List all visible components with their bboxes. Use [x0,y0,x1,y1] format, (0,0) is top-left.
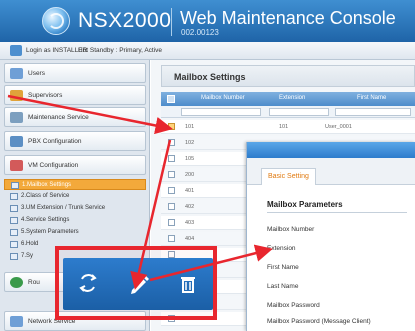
sidebar-item-label: Users [28,70,45,77]
refresh-icon [79,274,97,292]
row-checkbox[interactable] [168,203,175,210]
filter-first-name[interactable] [335,108,411,116]
cell-mailbox-number: 404 [185,236,195,242]
row-checkbox[interactable] [168,155,175,162]
folder-icon [10,253,18,260]
sidebar-subitem-label: 3.UM Extension / Trunk Service [21,205,106,211]
console-title: Web Maintenance Console [180,8,396,28]
cell-mailbox-number: 101 [185,124,195,130]
sidebar-subitem-label: 6.Hold [21,241,39,247]
field-label-extension: Extension [267,245,296,252]
network-icon [10,316,23,327]
cell-mailbox-number: 105 [185,156,195,162]
sidebar-subitem-service-settings[interactable]: 4.Service Settings [4,215,146,226]
sidebar-subitem-label: 7.Sy [21,253,34,259]
table-row[interactable]: 101 101 User_0001 [161,120,415,134]
cell-mailbox-number: 200 [185,172,195,178]
row-checkbox[interactable] [168,123,175,130]
sidebar-item-supervisors[interactable]: Supervisors [4,85,146,105]
dialog-tab-strip: Basic Setting [247,158,415,185]
field-label-mailbox-number: Mailbox Number [267,226,315,233]
row-checkbox[interactable] [168,171,175,178]
sidebar-subitem-label: 2.Class of Service [21,193,70,199]
row-checkbox[interactable] [168,187,175,194]
status-bar: Login as INSTALLER Hot Standby : Primary… [0,42,415,60]
delete-icon [181,277,195,293]
sidebar-item-maintenance[interactable]: Maintenance Service [4,107,146,127]
main-title-bar: Mailbox Settings [161,65,415,87]
users-icon [10,68,23,79]
maintenance-icon [10,112,23,123]
page-title: Mailbox Settings [174,72,246,82]
cell-mailbox-number: 402 [185,204,195,210]
column-header-first-name[interactable]: First Name [357,95,386,101]
refresh-button[interactable] [73,268,103,298]
tab-basic-setting[interactable]: Basic Setting [261,168,316,185]
sidebar-item-label: PBX Configuration [28,138,82,145]
row-action-toolbar [63,258,213,310]
sidebar-item-label: Maintenance Service [28,114,89,121]
select-all-checkbox[interactable] [167,95,175,103]
sidebar-subitem-class-of-service[interactable]: 2.Class of Service [4,191,146,202]
filter-row [161,106,415,118]
sidebar-item-label: VM Configuration [28,162,79,169]
folder-icon [10,217,18,224]
filter-extension[interactable] [269,108,329,116]
app-header: NSX2000 Web Maintenance Console 002.0012… [0,0,415,42]
sidebar-subitem-label: 1.Mailbox Settings [22,182,72,188]
folder-icon [10,241,18,248]
row-checkbox[interactable] [168,235,175,242]
sidebar-subitem-um-extension[interactable]: 3.UM Extension / Trunk Service [4,203,146,214]
sidebar-item-pbx-configuration[interactable]: PBX Configuration [4,131,146,151]
sidebar-subitem-label: 4.Service Settings [21,217,70,223]
column-header-extension[interactable]: Extension [279,95,305,101]
sidebar-subitem-mailbox-settings[interactable]: 1.Mailbox Settings [4,179,146,190]
field-label-mailbox-password-client: Mailbox Password (Message Client) [267,318,371,325]
sidebar-item-users[interactable]: Users [4,63,146,83]
sidebar-item-label: Rou [28,279,40,286]
field-label-mailbox-password: Mailbox Password [267,302,320,309]
globe-logo-icon [42,7,70,35]
console-version: 002.00123 [181,28,219,37]
sidebar-subitem-label: 5.System Parameters [21,229,79,235]
field-label-first-name: First Name [267,264,299,271]
table-header: Mailbox Number Extension First Name [161,92,415,106]
folder-icon [10,229,18,236]
delete-button[interactable] [173,268,203,298]
field-label-last-name: Last Name [267,283,299,290]
folder-icon [10,193,18,200]
pbx-icon [10,136,23,147]
row-checkbox[interactable] [168,139,175,146]
vm-icon [10,160,23,171]
row-checkbox[interactable] [168,219,175,226]
routing-icon [10,277,23,288]
cell-mailbox-number: 401 [185,188,195,194]
supervisors-icon [10,90,23,101]
cell-extension: 101 [279,124,289,130]
cell-mailbox-number: 102 [185,140,195,146]
sidebar-subitem-system-parameters[interactable]: 5.System Parameters [4,227,146,238]
edit-button[interactable] [123,268,153,298]
column-header-mailbox-number[interactable]: Mailbox Number [201,95,245,101]
folder-icon [10,205,18,212]
annotation-callout [55,246,217,320]
folder-icon [11,182,19,189]
cell-first-name: User_0001 [325,124,352,130]
standby-status: Hot Standby : Primary, Active [78,47,163,54]
product-name: NSX2000 [78,9,172,32]
dialog-title-bar[interactable] [247,142,415,158]
header-divider [171,8,172,36]
sidebar-item-vm-configuration[interactable]: VM Configuration [4,155,146,175]
mailbox-detail-dialog: Basic Setting Mailbox Parameters Mailbox… [246,142,415,331]
filter-mailbox-number[interactable] [181,108,261,116]
cell-mailbox-number: 403 [185,220,195,226]
edit-icon [131,276,149,294]
section-divider [267,212,407,213]
section-title: Mailbox Parameters [267,200,343,209]
sidebar-item-label: Supervisors [28,92,63,99]
user-icon [10,45,22,56]
